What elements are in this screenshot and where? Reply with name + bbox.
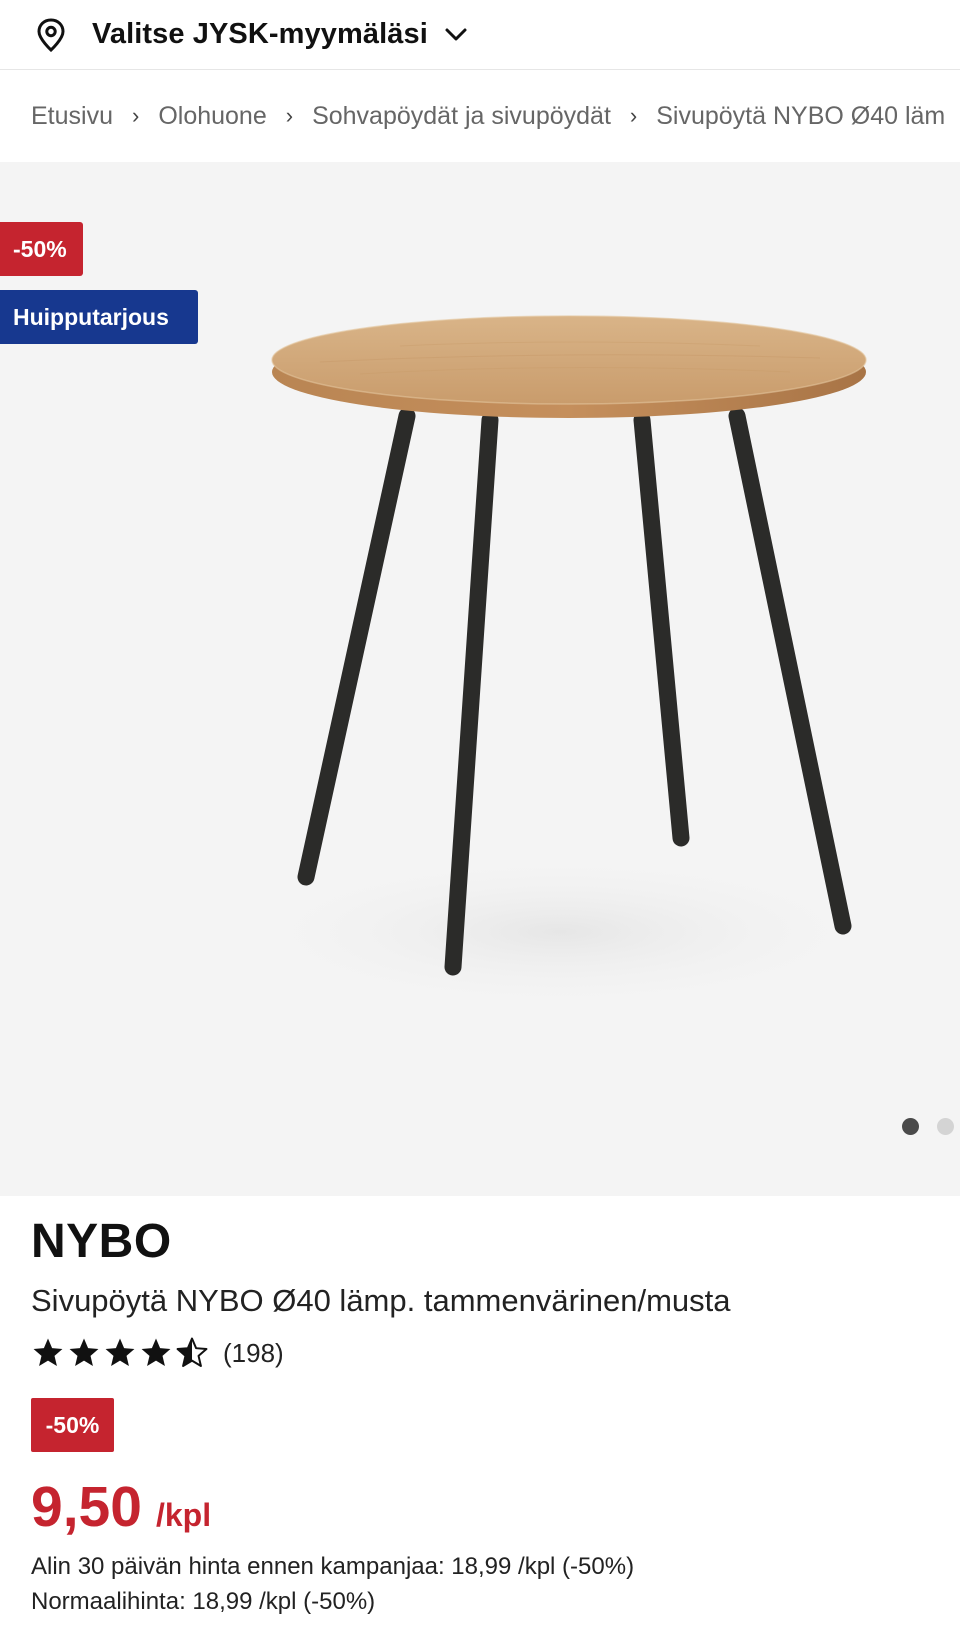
product-image-gallery[interactable]: -50% Huipputarjous [0,162,960,1196]
chevron-down-icon[interactable] [442,21,470,49]
price-unit: /kpl [155,1497,212,1533]
breadcrumb-separator-icon: › [285,103,294,128]
store-selector-label[interactable]: Valitse JYSK-myymäläsi [92,18,428,51]
product-name: Sivupöytä NYBO Ø40 lämp. tammenvärinen/m… [31,1283,731,1318]
location-pin-icon [34,17,68,52]
breadcrumb-separator-icon: › [131,103,140,128]
star-half-icon [176,1337,208,1368]
breadcrumb-item-living-room[interactable]: Olohuone [158,102,266,131]
product-brand: NYBO [31,1215,172,1268]
star-full-icon [69,1338,99,1367]
rating-stars [31,1336,209,1370]
discount-badge: -50% [0,222,83,276]
price-discount-badge: -50% [31,1398,114,1452]
price-value: 9,50 [31,1475,142,1539]
carousel-dots [902,1118,954,1135]
breadcrumb: Etusivu › Olohuone › Sohvapöydät ja sivu… [0,72,960,160]
rating-count[interactable]: (198) [223,1338,284,1369]
product-rating[interactable]: (198) [31,1336,284,1370]
normal-price-note: Normaalihinta: 18,99 /kpl (-50%) [31,1588,376,1615]
store-selector[interactable]: Valitse JYSK-myymäläsi [0,0,960,70]
carousel-dot-1[interactable] [902,1118,919,1135]
star-full-icon [141,1338,171,1367]
breadcrumb-item-current: Sivupöytä NYBO Ø40 läm [656,101,946,130]
star-full-icon [33,1338,63,1367]
star-full-icon [105,1338,135,1367]
breadcrumb-separator-icon: › [629,103,638,128]
carousel-dot-2[interactable] [937,1118,954,1135]
top-deal-badge: Huipputarjous [0,290,198,344]
breadcrumb-item-tables[interactable]: Sohvapöydät ja sivupöydät [312,102,611,131]
breadcrumb-item-home[interactable]: Etusivu [31,102,113,131]
lowest-price-note: Alin 30 päivän hinta ennen kampanjaa: 18… [31,1553,635,1580]
price: 9,50 /kpl [31,1474,211,1540]
